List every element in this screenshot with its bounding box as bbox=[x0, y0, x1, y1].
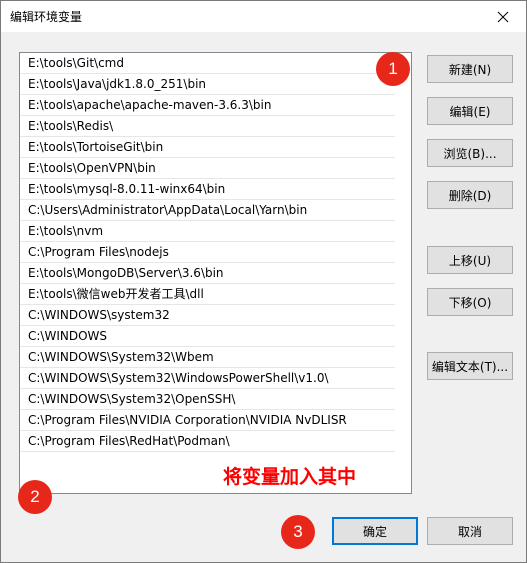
list-item[interactable]: E:\tools\apache\apache-maven-3.6.3\bin bbox=[20, 95, 395, 116]
list-item[interactable]: E:\tools\Redis\ bbox=[20, 116, 395, 137]
step-badge-1: 1 bbox=[376, 52, 410, 86]
new-button[interactable]: 新建(N) bbox=[427, 55, 513, 83]
list-item[interactable]: C:\WINDOWS\System32\WindowsPowerShell\v1… bbox=[20, 368, 395, 389]
list-item[interactable]: C:\Program Files\RedHat\Podman\ bbox=[20, 431, 395, 452]
path-list[interactable]: E:\tools\Git\cmd E:\tools\Java\jdk1.8.0_… bbox=[19, 52, 412, 494]
close-icon bbox=[497, 11, 509, 22]
window-title: 编辑环境变量 bbox=[10, 10, 83, 24]
edit-env-variable-dialog: 编辑环境变量 E:\tools\Git\cmd E:\tools\Java\jd… bbox=[0, 0, 527, 563]
list-item[interactable]: C:\Program Files\nodejs bbox=[20, 242, 395, 263]
list-item[interactable]: C:\Users\Administrator\AppData\Local\Yar… bbox=[20, 200, 395, 221]
title-bar: 编辑环境变量 bbox=[1, 1, 526, 32]
ok-button[interactable]: 确定 bbox=[332, 517, 418, 545]
move-up-button[interactable]: 上移(U) bbox=[427, 246, 513, 274]
list-item[interactable]: E:\tools\nvm bbox=[20, 221, 395, 242]
list-item[interactable]: C:\WINDOWS\System32\OpenSSH\ bbox=[20, 389, 395, 410]
list-item[interactable]: E:\tools\MongoDB\Server\3.6\bin bbox=[20, 263, 395, 284]
edit-text-button[interactable]: 编辑文本(T)... bbox=[427, 352, 513, 380]
annotation-text: 将变量加入其中 bbox=[223, 466, 357, 488]
list-item[interactable]: E:\tools\Git\cmd bbox=[20, 53, 395, 74]
list-item[interactable]: E:\tools\mysql-8.0.11-winx64\bin bbox=[20, 179, 395, 200]
list-item[interactable]: E:\tools\OpenVPN\bin bbox=[20, 158, 395, 179]
list-item[interactable]: C:\WINDOWS bbox=[20, 326, 395, 347]
list-item[interactable]: C:\WINDOWS\System32\Wbem bbox=[20, 347, 395, 368]
list-item[interactable]: C:\Program Files\NVIDIA Corporation\NVID… bbox=[20, 410, 395, 431]
step-badge-3: 3 bbox=[281, 515, 315, 549]
close-button[interactable] bbox=[480, 1, 526, 32]
move-down-button[interactable]: 下移(O) bbox=[427, 288, 513, 316]
list-item[interactable]: E:\tools\TortoiseGit\bin bbox=[20, 137, 395, 158]
cancel-button[interactable]: 取消 bbox=[427, 517, 513, 545]
edit-button[interactable]: 编辑(E) bbox=[427, 97, 513, 125]
delete-button[interactable]: 删除(D) bbox=[427, 181, 513, 209]
list-item[interactable]: E:\tools\Java\jdk1.8.0_251\bin bbox=[20, 74, 395, 95]
step-badge-2: 2 bbox=[18, 480, 52, 514]
list-item[interactable]: C:\WINDOWS\system32 bbox=[20, 305, 395, 326]
browse-button[interactable]: 浏览(B)... bbox=[427, 139, 513, 167]
list-item[interactable]: E:\tools\微信web开发者工具\dll bbox=[20, 284, 395, 305]
